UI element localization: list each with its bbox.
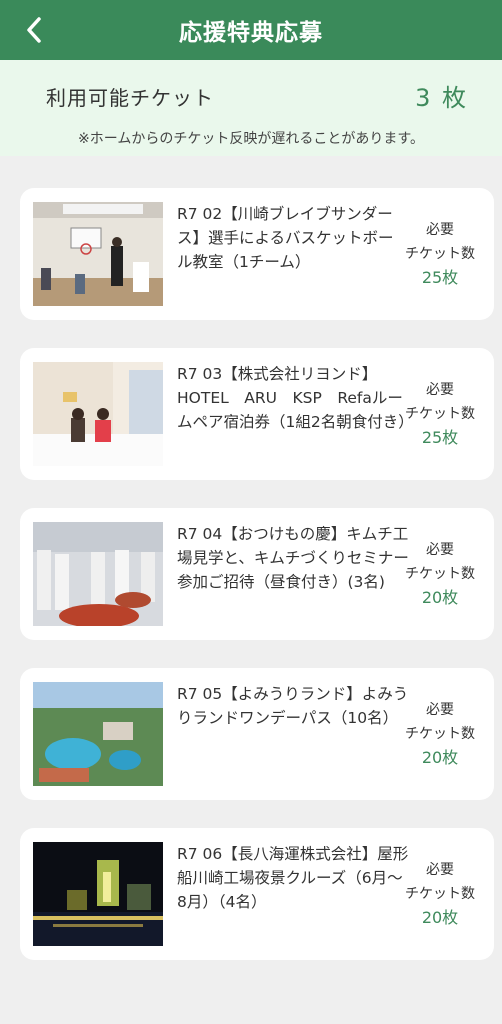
thumbnail-factory-night-cruise bbox=[33, 842, 163, 946]
thumbnail-kimchi-factory bbox=[33, 522, 163, 626]
thumbnail-basketball-class bbox=[33, 202, 163, 306]
ticket-note: ※ホームからのチケット反映が遅れることがあります。 bbox=[78, 131, 424, 147]
reward-title: R7 03【株式会社リヨンド】HOTEL ARU KSP Refaルームペア宿泊… bbox=[177, 365, 414, 431]
ticket-count: 3 枚 bbox=[415, 84, 468, 112]
required-ticket-info: 必要 チケット数 20枚 bbox=[398, 698, 482, 770]
reward-card-r7-05[interactable]: R7 05【よみうりランド】よみうりランドワンデーパス（10名） 必要 チケット… bbox=[20, 668, 494, 800]
required-ticket-count: 20枚 bbox=[421, 588, 459, 607]
reward-title: R7 06【長八海運株式会社】屋形船川崎工場夜景クルーズ（6月〜8月）（4名） bbox=[177, 845, 409, 911]
required-ticket-info: 必要 チケット数 20枚 bbox=[398, 858, 482, 930]
reward-title: R7 05【よみうりランド】よみうりランドワンデーパス（10名） bbox=[177, 685, 409, 727]
reward-card-r7-02[interactable]: R7 02【川崎ブレイブサンダース】選手によるバスケットボール教室（1チーム） … bbox=[20, 188, 494, 320]
reward-title: R7 04【おつけもの慶】キムチ工場見学と、キムチづくりセミナー参加ご招待（昼食… bbox=[177, 525, 409, 591]
ticket-count-label: チケット数 bbox=[405, 246, 475, 262]
header-bar: 応援特典応募 bbox=[0, 0, 502, 60]
thumbnail-hotel-room bbox=[33, 362, 163, 466]
required-ticket-info: 必要 チケット数 25枚 bbox=[398, 378, 482, 450]
reward-list: R7 02【川崎ブレイブサンダース】選手によるバスケットボール教室（1チーム） … bbox=[20, 188, 494, 988]
reward-title: R7 02【川崎ブレイブサンダース】選手によるバスケットボール教室（1チーム） bbox=[177, 205, 394, 271]
required-label: 必要 bbox=[426, 702, 454, 718]
required-ticket-info: 必要 チケット数 20枚 bbox=[398, 538, 482, 610]
required-label: 必要 bbox=[426, 382, 454, 398]
reward-card-r7-04[interactable]: R7 04【おつけもの慶】キムチ工場見学と、キムチづくりセミナー参加ご招待（昼食… bbox=[20, 508, 494, 640]
back-button[interactable] bbox=[24, 10, 52, 50]
required-label: 必要 bbox=[426, 862, 454, 878]
ticket-count-label: チケット数 bbox=[405, 886, 475, 902]
reward-card-r7-03[interactable]: R7 03【株式会社リヨンド】HOTEL ARU KSP Refaルームペア宿泊… bbox=[20, 348, 494, 480]
required-label: 必要 bbox=[426, 222, 454, 238]
required-ticket-info: 必要 チケット数 25枚 bbox=[398, 218, 482, 290]
ticket-count-label: チケット数 bbox=[405, 726, 475, 742]
page-title: 応援特典応募 bbox=[179, 20, 323, 46]
ticket-label: 利用可能チケット bbox=[46, 86, 214, 110]
required-ticket-count: 25枚 bbox=[421, 268, 459, 287]
ticket-count-label: チケット数 bbox=[405, 566, 475, 582]
thumbnail-yomiuriland bbox=[33, 682, 163, 786]
required-ticket-count: 20枚 bbox=[421, 748, 459, 767]
reward-card-r7-06[interactable]: R7 06【長八海運株式会社】屋形船川崎工場夜景クルーズ（6月〜8月）（4名） … bbox=[20, 828, 494, 960]
ticket-count-label: チケット数 bbox=[405, 406, 475, 422]
required-ticket-count: 25枚 bbox=[421, 428, 459, 447]
required-ticket-count: 20枚 bbox=[421, 908, 459, 927]
available-ticket-panel: 利用可能チケット 3 枚 ※ホームからのチケット反映が遅れることがあります。 bbox=[0, 60, 502, 156]
chevron-left-icon bbox=[27, 17, 41, 43]
required-label: 必要 bbox=[426, 542, 454, 558]
